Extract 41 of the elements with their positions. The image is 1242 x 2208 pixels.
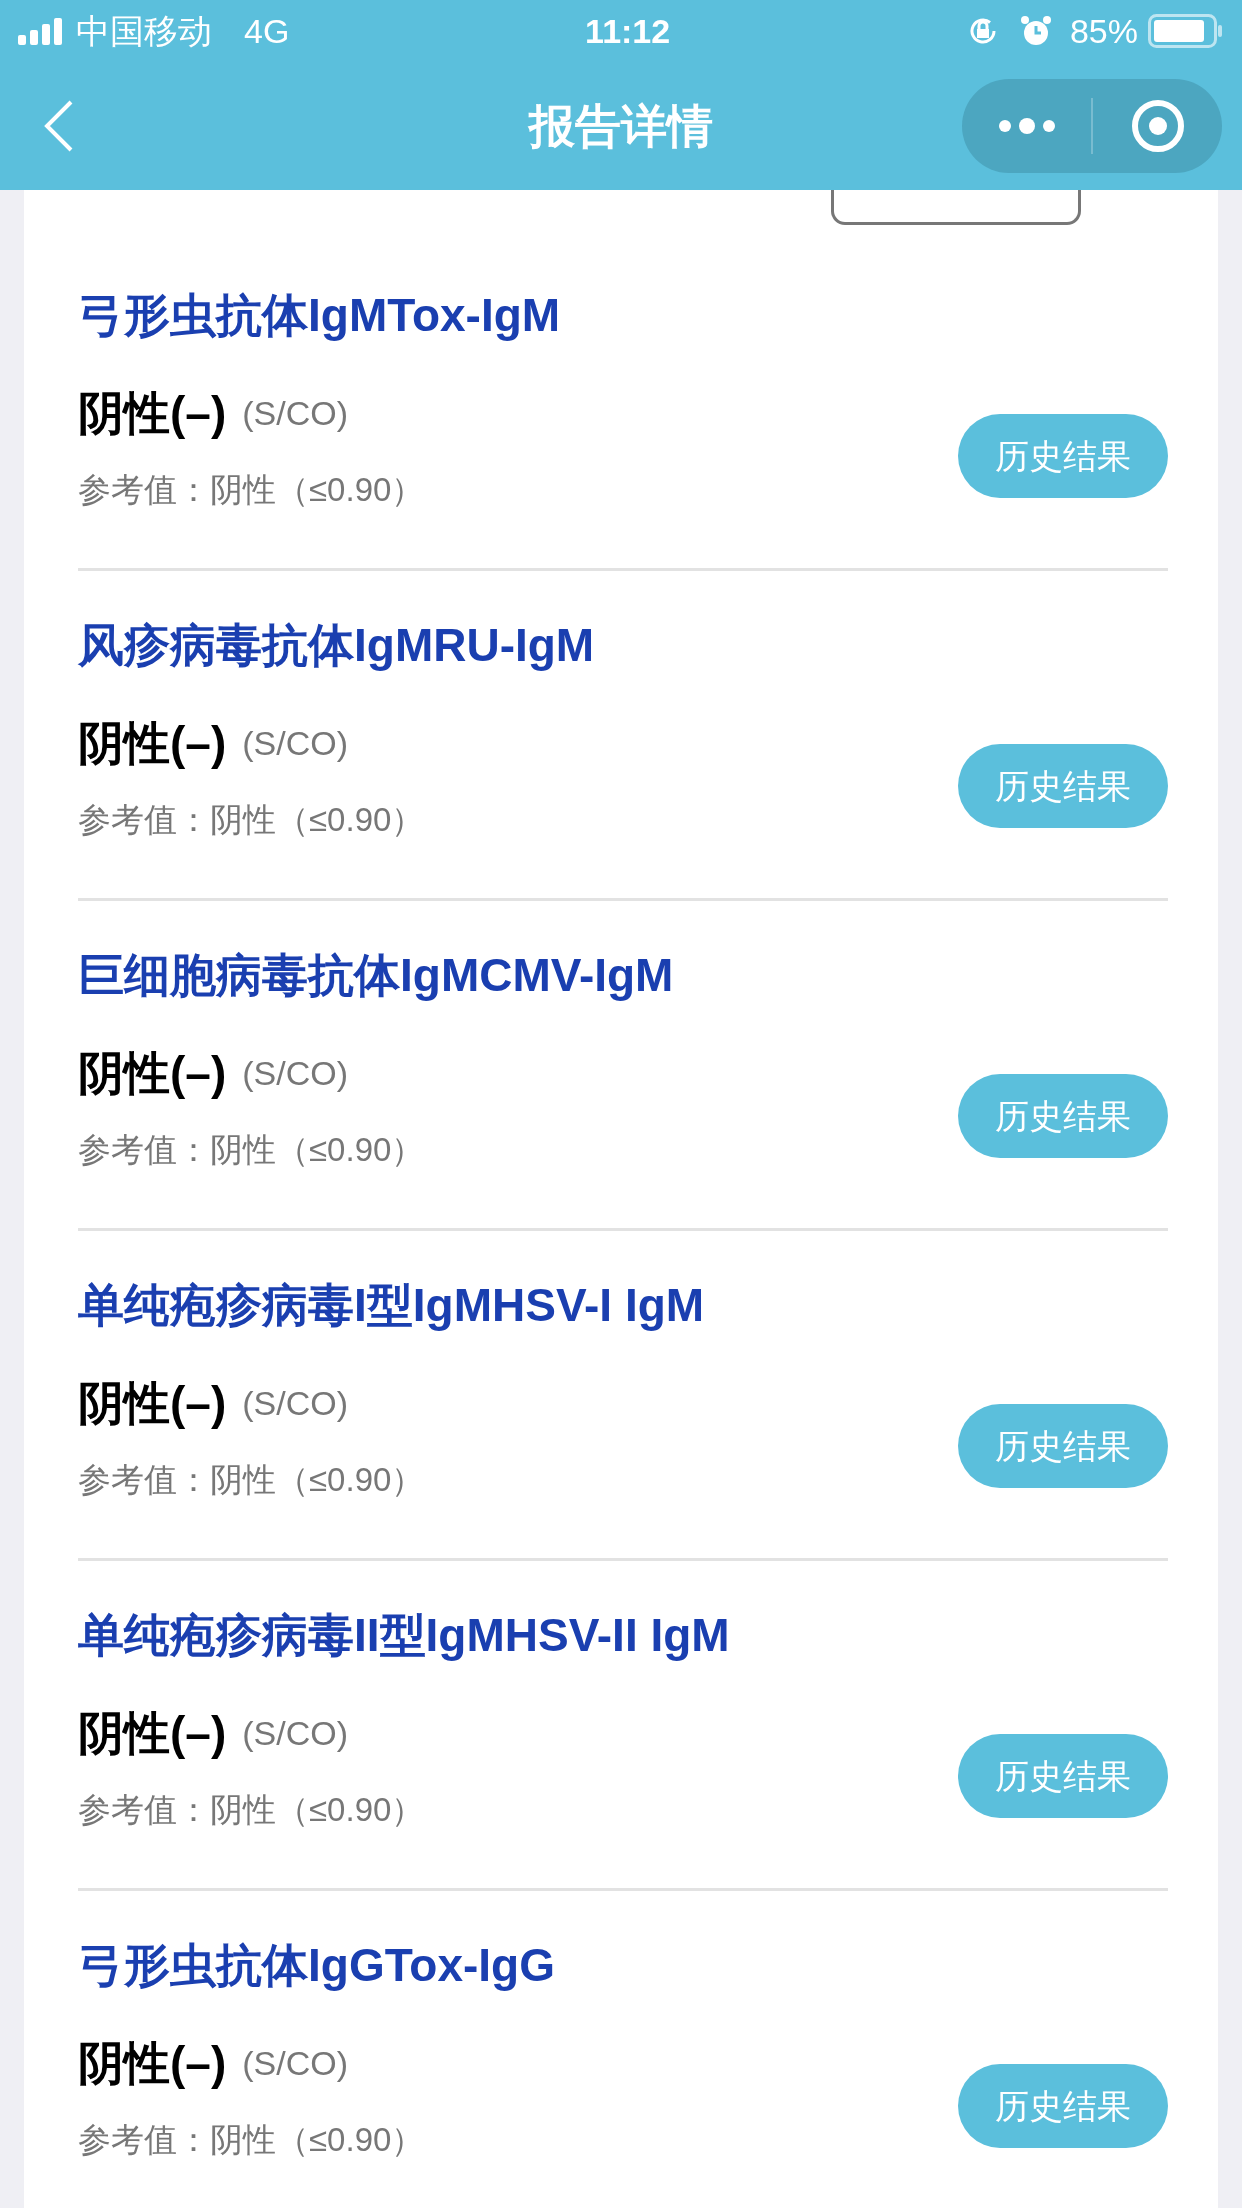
result-value: 阴性(–) [78,1045,227,1101]
result-unit: (S/CO) [242,1382,348,1424]
test-name: 巨细胞病毒抗体IgMCMV-IgM [78,947,674,1003]
history-button[interactable]: 历史结果 [958,1734,1168,1818]
result-value: 阴性(–) [78,715,227,771]
target-icon [1130,99,1185,153]
clock-time: 11:12 [585,10,671,52]
reference-range: 参考值：阴性（≤0.90） [78,800,425,841]
test-name: 弓形虫抗体IgGTox-IgG [78,1937,555,1993]
history-button[interactable]: 历史结果 [958,744,1168,828]
test-name: 弓形虫抗体IgMTox-IgM [78,287,561,343]
result-value: 阴性(–) [78,1705,227,1761]
reference-range: 参考值：阴性（≤0.90） [78,1460,425,1501]
test-name: 风疹病毒抗体IgMRU-IgM [78,617,595,673]
page-title: 报告详情 [529,98,713,154]
battery-percent: 85% [1069,10,1138,52]
reference-range: 参考值：阴性（≤0.90） [78,1790,425,1831]
result-value: 阴性(–) [78,1375,227,1431]
history-button[interactable]: 历史结果 [958,1074,1168,1158]
result-unit: (S/CO) [242,392,348,434]
network-type: 4G [244,10,290,52]
reference-range: 参考值：阴性（≤0.90） [78,470,425,511]
history-button[interactable]: 历史结果 [958,414,1168,498]
reference-range: 参考值：阴性（≤0.90） [78,1130,425,1171]
result-unit: (S/CO) [242,1052,348,1094]
result-unit: (S/CO) [242,1712,348,1754]
test-name: 单纯疱疹病毒II型IgMHSV-II IgM [78,1607,730,1663]
back-icon [44,100,74,152]
result-unit: (S/CO) [242,722,348,764]
result-value: 阴性(–) [78,2035,227,2091]
alarm-icon [1019,15,1052,47]
history-button[interactable]: 历史结果 [958,1404,1168,1488]
test-name: 单纯疱疹病毒I型IgMHSV-I IgM [78,1277,705,1333]
cut-off-button[interactable] [831,190,1081,225]
history-button[interactable]: 历史结果 [958,2064,1168,2148]
battery-icon [1148,14,1224,48]
more-icon [997,117,1056,135]
carrier-name: 中国移动 [76,10,212,52]
result-unit: (S/CO) [242,2042,348,2084]
reference-range: 参考值：阴性（≤0.90） [78,2120,425,2161]
result-value: 阴性(–) [78,385,227,441]
